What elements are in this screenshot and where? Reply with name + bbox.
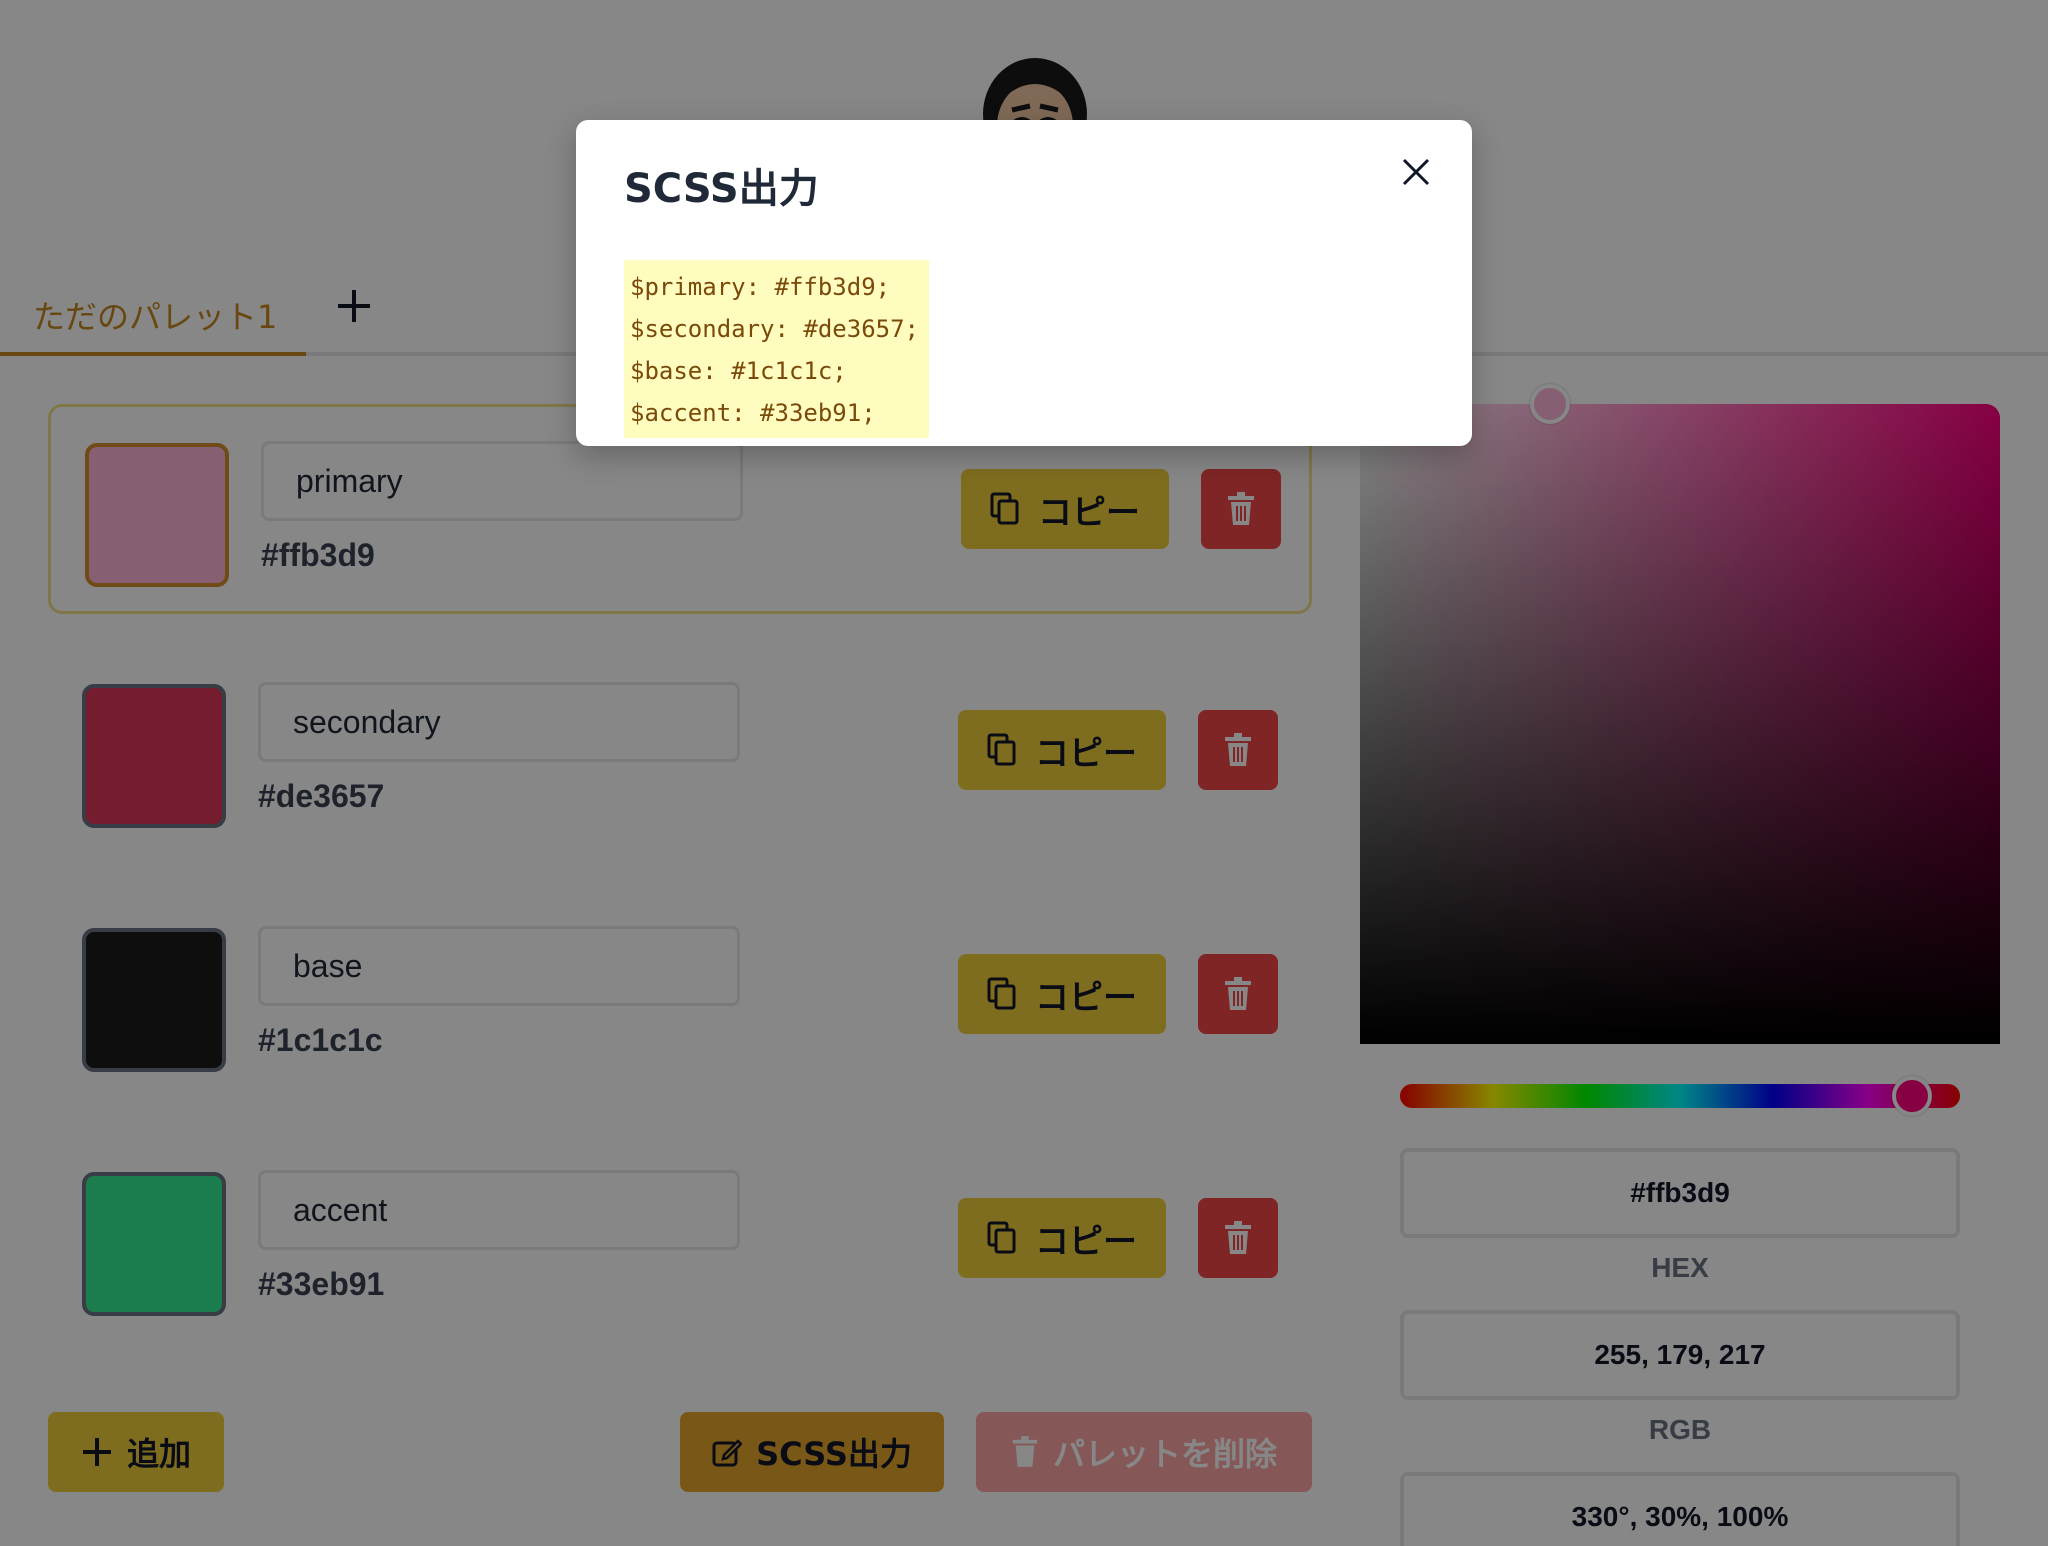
close-icon [1402,158,1430,186]
scss-line: $secondary: #de3657; [630,315,919,343]
scss-code-block[interactable]: $primary: #ffb3d9; $secondary: #de3657; … [624,260,929,438]
modal-title: SCSS出力 [624,166,819,212]
app-root: ただのパレット1 #ffb3d9 コピー #de3657 コピー #1c1c [0,0,2048,1546]
scss-modal: SCSS出力 $primary: #ffb3d9; $secondary: #d… [576,120,1472,446]
close-button[interactable] [1396,152,1436,192]
scss-line: $primary: #ffb3d9; [630,273,891,301]
scss-line: $accent: #33eb91; [630,399,876,427]
scss-line: $base: #1c1c1c; [630,357,847,385]
